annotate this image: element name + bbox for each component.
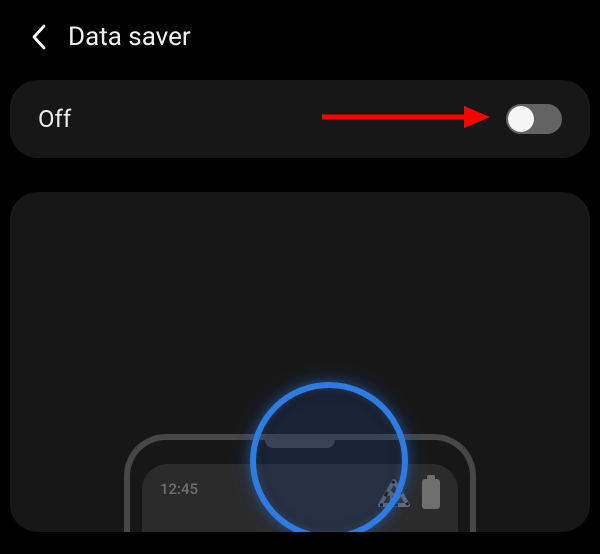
illustration-card: 12:45 bbox=[10, 192, 590, 532]
toggle-switch[interactable] bbox=[506, 104, 562, 134]
page-title: Data saver bbox=[68, 22, 191, 52]
highlight-circle bbox=[230, 362, 428, 532]
toggle-knob bbox=[508, 106, 534, 132]
annotation-arrow bbox=[320, 102, 490, 136]
highlight-ring bbox=[250, 382, 408, 532]
back-icon[interactable] bbox=[30, 22, 48, 52]
toggle-label: Off bbox=[38, 105, 71, 133]
header: Data saver bbox=[0, 0, 600, 80]
data-saver-toggle-row[interactable]: Off bbox=[10, 80, 590, 158]
